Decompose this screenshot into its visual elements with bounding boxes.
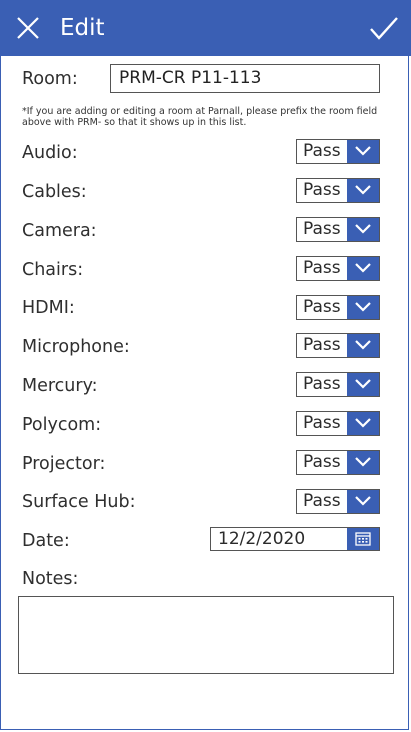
projector-dropdown[interactable]: Pass: [296, 450, 380, 475]
chevron-down-icon[interactable]: [347, 451, 379, 474]
cables-value: Pass: [303, 180, 341, 200]
projector-label: Projector:: [22, 454, 106, 474]
chevron-down-icon[interactable]: [347, 334, 379, 357]
chevron-down-icon[interactable]: [347, 179, 379, 202]
room-label: Room:: [22, 69, 78, 89]
cables-label: Cables:: [22, 182, 87, 202]
camera-value: Pass: [303, 219, 341, 239]
polycom-dropdown[interactable]: Pass: [296, 411, 380, 436]
chairs-value: Pass: [303, 258, 341, 278]
checkmark-icon[interactable]: [368, 14, 400, 42]
chevron-down-icon[interactable]: [347, 412, 379, 435]
audio-dropdown[interactable]: Pass: [296, 139, 380, 164]
header-bar: Edit: [0, 0, 411, 56]
microphone-value: Pass: [303, 335, 341, 355]
date-value: 12/2/2020: [218, 529, 306, 549]
surface-hub-label: Surface Hub:: [22, 492, 136, 512]
audio-value: Pass: [303, 141, 341, 161]
mercury-value: Pass: [303, 374, 341, 394]
projector-value: Pass: [303, 452, 341, 472]
hdmi-label: HDMI:: [22, 298, 75, 318]
polycom-label: Polycom:: [22, 415, 102, 435]
surface-hub-dropdown[interactable]: Pass: [296, 489, 380, 514]
chairs-label: Chairs:: [22, 260, 84, 280]
date-picker[interactable]: 12/2/2020: [210, 527, 380, 551]
chairs-dropdown[interactable]: Pass: [296, 256, 380, 281]
hdmi-dropdown[interactable]: Pass: [296, 295, 380, 320]
mercury-dropdown[interactable]: Pass: [296, 372, 380, 397]
notes-label: Notes:: [22, 569, 79, 589]
notes-textarea[interactable]: [18, 596, 394, 674]
chevron-down-icon[interactable]: [347, 140, 379, 163]
close-icon[interactable]: [15, 15, 41, 41]
cables-dropdown[interactable]: Pass: [296, 178, 380, 203]
chevron-down-icon[interactable]: [347, 490, 379, 513]
camera-label: Camera:: [22, 221, 97, 241]
chevron-down-icon[interactable]: [347, 218, 379, 241]
microphone-dropdown[interactable]: Pass: [296, 333, 380, 358]
chevron-down-icon[interactable]: [347, 373, 379, 396]
calendar-icon[interactable]: [347, 528, 379, 550]
camera-dropdown[interactable]: Pass: [296, 217, 380, 242]
surface-hub-value: Pass: [303, 491, 341, 511]
chevron-down-icon[interactable]: [347, 296, 379, 319]
date-label: Date:: [22, 531, 70, 551]
polycom-value: Pass: [303, 413, 341, 433]
room-input[interactable]: PRM-CR P11-113: [110, 64, 380, 93]
audio-label: Audio:: [22, 143, 78, 163]
chevron-down-icon[interactable]: [347, 257, 379, 280]
microphone-label: Microphone:: [22, 337, 130, 357]
mercury-label: Mercury:: [22, 376, 98, 396]
hdmi-value: Pass: [303, 297, 341, 317]
room-prefix-note: *If you are adding or editing a room at …: [22, 106, 378, 128]
page-title: Edit: [60, 15, 105, 41]
